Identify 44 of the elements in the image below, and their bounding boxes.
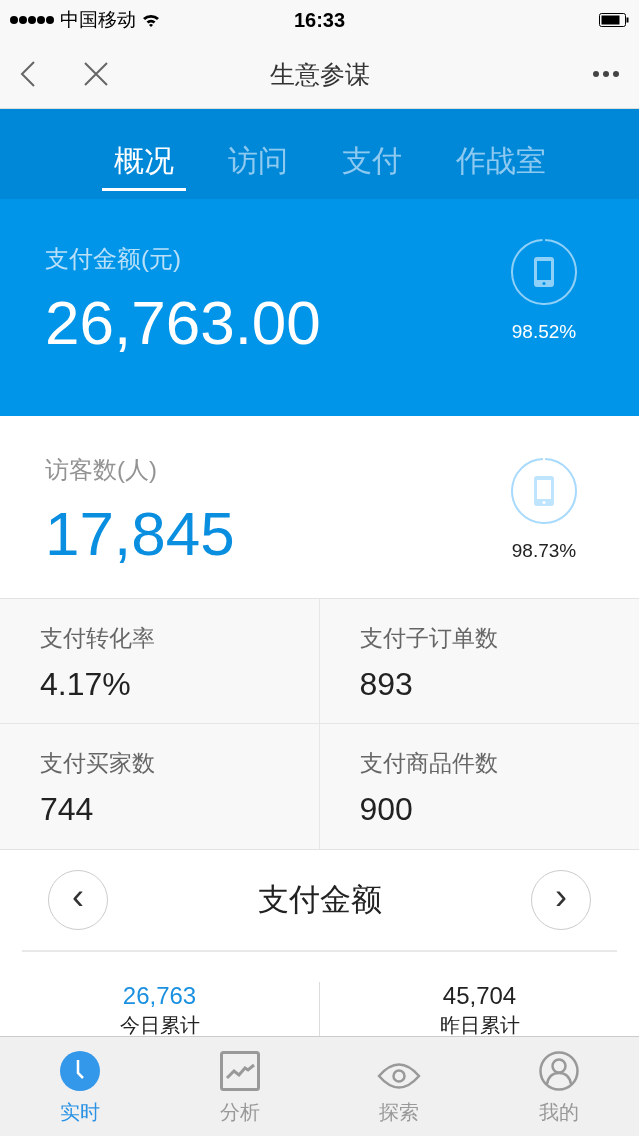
user-icon [539, 1051, 580, 1091]
eye-icon [377, 1061, 422, 1091]
percentage-reading: 98.52% [511, 321, 577, 343]
clock-time: 16:33 [293, 8, 346, 32]
tab-bar-item[interactable]: 分析 [159, 1037, 320, 1136]
metric-label: 访客数(人) [45, 455, 158, 485]
wifi-icon [142, 13, 160, 27]
tab-bar-item[interactable]: 实时 [0, 1037, 160, 1136]
signal-icon [10, 15, 54, 25]
metric-label: 支付商品件数 [359, 749, 499, 778]
total-value[interactable]: 26,763 [122, 982, 197, 1010]
battery-icon [599, 13, 629, 27]
total-label: 今日累计 [119, 1013, 200, 1036]
metric-value: 893 [359, 666, 414, 703]
chart-title: 支付金额 [257, 881, 382, 919]
metric-value: 26,763.00 [45, 287, 321, 358]
phone-ring-icon [509, 237, 579, 307]
total-value[interactable]: 45,704 [442, 982, 517, 1010]
section-tab[interactable]: 概况 [101, 115, 186, 191]
tab-bar-item[interactable]: 探索 [319, 1037, 480, 1136]
section-tab[interactable]: 支付 [329, 115, 414, 191]
section-tab[interactable]: 作战室 [443, 115, 558, 191]
percentage-reading: 98.73% [511, 540, 577, 562]
previous-button[interactable]: ‹ [48, 870, 108, 930]
clock-icon [59, 1051, 100, 1091]
metric-value: 4.17% [40, 666, 132, 703]
page-title: 生意参谋 [269, 58, 370, 90]
next-button[interactable]: › [531, 870, 591, 930]
phone-ring-icon [509, 456, 579, 526]
more-icon[interactable] [593, 71, 619, 77]
metric-label: 支付子订单数 [359, 624, 499, 653]
tab-bar-item[interactable]: 我的 [479, 1037, 639, 1136]
line-chart-icon [219, 1051, 260, 1091]
total-label: 昨日累计 [439, 1013, 520, 1036]
close-icon[interactable] [84, 62, 108, 86]
metric-label: 支付转化率 [40, 624, 156, 653]
metric-label: 支付金额(元) [45, 244, 182, 274]
carrier-name: 中国移动 [60, 8, 136, 32]
metric-value: 900 [359, 791, 414, 828]
back-icon[interactable] [20, 60, 36, 88]
section-tab[interactable]: 访问 [215, 115, 300, 191]
metric-label: 支付买家数 [40, 749, 156, 778]
metric-value: 744 [40, 791, 95, 828]
metric-value: 17,845 [45, 498, 235, 569]
